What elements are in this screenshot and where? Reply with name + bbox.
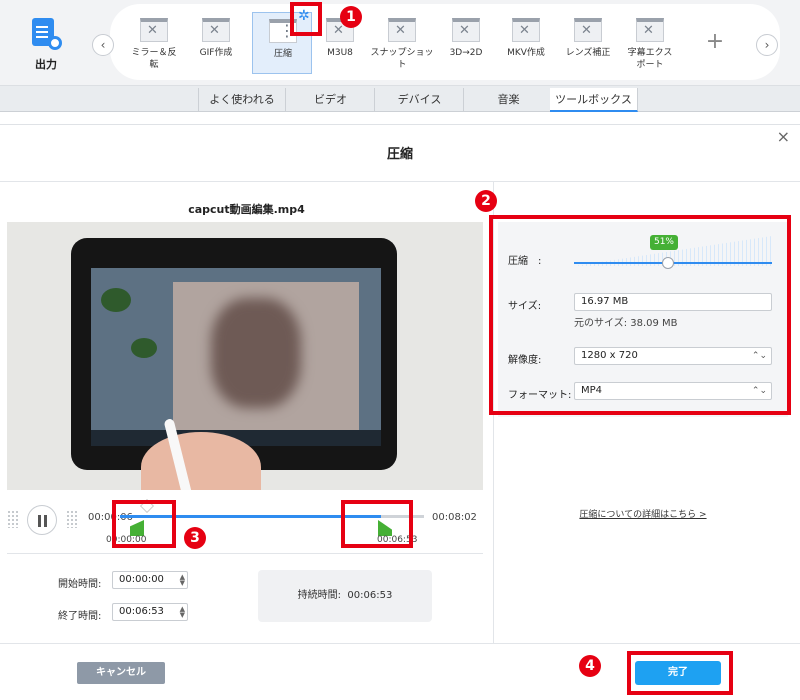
video-preview [7,222,483,490]
tool-strip: ‹ ミラー＆反 転 GIF作成 圧縮 M3U8 スナップショッ ト 3D→2D … [92,4,780,80]
cancel-button[interactable]: キャンセル [77,662,165,684]
annotation-badge-3: 3 [184,527,206,549]
pause-button[interactable] [27,505,57,535]
tool-subtitle-export[interactable]: 字幕エクス ポート [620,12,680,74]
tool-lens[interactable]: レンズ補正 [558,12,618,74]
tool-mkv[interactable]: MKV作成 [496,12,556,74]
annotation-badge-4: 4 [579,655,601,677]
tab-video[interactable]: ビデオ [287,88,375,112]
file-name: capcut動画編集.mp4 [188,203,305,216]
top-toolbar: 出力 ‹ ミラー＆反 転 GIF作成 圧縮 M3U8 スナップショッ ト 3D→… [0,0,800,86]
annotation-box-4 [627,651,733,695]
tool-icon [512,18,540,42]
tool-snapshot[interactable]: スナップショッ ト [370,12,434,74]
duration-label: 持続時間: [297,590,342,601]
preview-image [71,238,397,470]
tool-icon [388,18,416,42]
preview-detail [101,288,131,312]
tab-music[interactable]: 音楽 [465,88,553,112]
annotation-badge-2: 2 [475,190,497,212]
tool-icon [574,18,602,42]
annotation-box-3b [341,500,413,548]
drag-grip-icon[interactable] [66,510,78,528]
prev-arrow-icon[interactable]: ‹ [92,34,114,56]
output-button[interactable]: 出力 [18,16,74,76]
preview-screen [91,268,381,446]
tool-label: GIF作成 [199,48,233,58]
annotation-box-2 [489,215,791,415]
start-time-value: 00:00:00 [119,574,164,585]
spinner-icon[interactable]: ▲ ▼ [180,606,185,619]
divider [7,553,483,554]
annotation-box-3 [112,500,176,548]
duration-value: 00:06:53 [347,590,393,601]
tool-icon [452,18,480,42]
tool-icon [636,18,664,42]
end-time-value: 00:06:53 [119,606,164,617]
tool-3d-to-2d[interactable]: 3D→2D [436,12,496,74]
drag-grip-icon[interactable] [7,510,19,528]
end-time-input[interactable]: 00:06:53 ▲ ▼ [112,603,188,621]
tool-label: 字幕エクス ポート [627,48,673,70]
compress-dialog: × 圧縮 capcut動画編集.mp4 00:00:06 00:08:02 00… [0,124,800,700]
add-tool-icon[interactable]: + [702,30,728,56]
dialog-title: 圧縮 [386,147,413,162]
tab-common[interactable]: よく使われる [198,88,286,112]
start-time-label: 開始時間: [58,579,102,590]
tab-toolbox[interactable]: ツールボックス [550,88,638,112]
duration-box: 持続時間: 00:06:53 [258,570,432,622]
divider [0,643,800,644]
tool-gif[interactable]: GIF作成 [186,12,246,74]
preview-detail [131,338,157,358]
annotation-badge-1: 1 [340,6,362,28]
end-time-label: 終了時間: [58,611,102,622]
gear-icon [48,36,62,50]
tool-icon [140,18,168,42]
gear-icon: ✲ [298,8,310,24]
output-label: 出力 [35,58,57,71]
tool-mirror[interactable]: ミラー＆反 転 [124,12,184,74]
tool-label: スナップショッ ト [370,48,434,70]
divider [0,181,800,182]
category-tabs: よく使われる ビデオ デバイス 音楽 ツールボックス [0,86,800,112]
spinner-icon[interactable]: ▲ ▼ [180,574,185,587]
compress-details-link[interactable]: 圧縮についての詳細はこちら > [498,507,788,520]
total-time: 00:08:02 [432,512,477,523]
preview-detail [211,298,301,408]
tool-icon [202,18,230,42]
next-arrow-icon[interactable]: › [756,34,778,56]
tab-device[interactable]: デバイス [376,88,464,112]
start-time-input[interactable]: 00:00:00 ▲ ▼ [112,571,188,589]
